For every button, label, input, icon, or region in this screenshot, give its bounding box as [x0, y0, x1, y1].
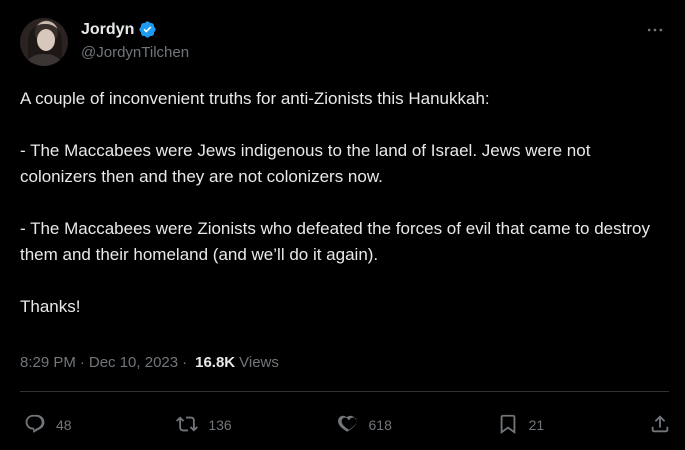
avatar[interactable]	[20, 18, 68, 66]
share-icon	[649, 413, 671, 438]
reply-count: 48	[56, 417, 72, 433]
post-time[interactable]: 8:29 PM	[20, 354, 76, 371]
retweet-icon	[176, 413, 199, 438]
views-label: Views	[239, 354, 279, 371]
tweet-paragraph: - The Maccabees were Zionists who defeat…	[20, 219, 650, 264]
name-row: Jordyn	[81, 20, 157, 39]
tweet-text: A couple of inconvenient truths for anti…	[20, 86, 670, 320]
tweet-meta: 8:29 PM · Dec 10, 2023 · 16.8K Views	[20, 354, 279, 371]
bookmark-button[interactable]: 21	[497, 413, 545, 438]
retweet-button[interactable]: 136	[176, 413, 232, 438]
post-date[interactable]: Dec 10, 2023	[89, 354, 178, 371]
tweet-paragraph: A couple of inconvenient truths for anti…	[20, 89, 490, 108]
bookmark-count: 21	[528, 417, 545, 433]
like-button[interactable]: 618	[337, 413, 392, 438]
reply-button[interactable]: 48	[24, 413, 72, 438]
share-button[interactable]	[649, 413, 671, 438]
tweet-paragraph: Thanks!	[20, 297, 81, 316]
avatar-face	[37, 29, 55, 51]
display-name[interactable]: Jordyn	[81, 21, 134, 39]
views-count: 16.8K	[195, 354, 236, 371]
verified-badge-icon	[138, 20, 157, 39]
user-handle[interactable]: @JordynTilchen	[81, 44, 189, 61]
reply-icon	[24, 413, 46, 438]
meta-separator: ·	[79, 354, 85, 371]
retweet-count: 136	[208, 417, 232, 433]
bookmark-icon	[497, 413, 519, 438]
divider	[20, 391, 669, 392]
tweet-paragraph: - The Maccabees were Jews indigenous to …	[20, 141, 591, 186]
ellipsis-icon[interactable]	[643, 20, 667, 40]
tweet-header: Jordyn @JordynTilchen	[20, 14, 671, 70]
action-bar: 48 136 618 21	[24, 410, 671, 440]
like-count: 618	[368, 417, 392, 433]
heart-icon	[337, 413, 359, 438]
meta-separator: ·	[182, 354, 188, 371]
